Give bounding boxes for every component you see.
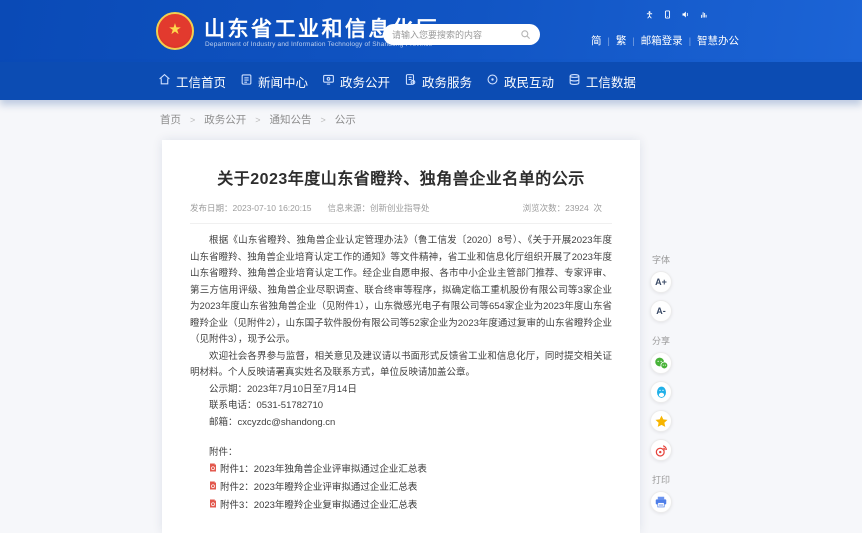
font-size-label: 字体 [652,253,670,266]
source-value: 创新创业指导处 [370,203,430,213]
divider: | [632,36,634,46]
paragraph: 欢迎社会各界参与监督，相关意见及建议请以书面形式反馈省工业和信息化厅，同时提交相… [190,349,612,382]
attachment-link-1[interactable]: 附件1：2023年独角兽企业评审拟通过企业汇总表 [209,461,612,479]
nav-label: 工信首页 [176,72,226,91]
service-icon [404,73,417,89]
views-count: 23924 [565,203,589,213]
breadcrumb-disclosure[interactable]: 政务公开 [204,112,246,127]
lang-traditional-link[interactable]: 繁 [616,33,627,48]
lang-simplified-link[interactable]: 简 [591,33,602,48]
qzone-icon [654,414,669,429]
article-body: 根据《山东省瞪羚、独角兽企业认定管理办法》（鲁工信发〔2020〕8号）、《关于开… [190,233,612,382]
header-quick-links: 简 | 繁 | 邮箱登录 | 智慧办公 [591,33,739,48]
article-meta: 发布日期：2023-07-10 16:20:15 信息来源：创新创业指导处 浏览… [190,202,612,224]
font-increase-button[interactable]: A+ [650,271,672,293]
printer-icon [654,495,668,509]
paragraph: 根据《山东省瞪羚、独角兽企业认定管理办法》（鲁工信发〔2020〕8号）、《关于开… [190,233,612,349]
breadcrumb-separator: > [190,115,195,125]
views-unit: 次 [593,203,602,213]
article-card: 关于2023年度山东省瞪羚、独角兽企业名单的公示 发布日期：2023-07-10… [162,140,640,533]
weibo-icon [654,443,669,458]
smart-office-link[interactable]: 智慧办公 [697,33,739,48]
wechat-icon [654,356,669,371]
attachment-label: 附件1：2023年独角兽企业评审拟通过企业汇总表 [220,461,427,479]
divider: | [689,36,691,46]
attachment-label: 附件2：2023年瞪羚企业评审拟通过企业汇总表 [220,479,417,497]
page: ★ 山东省工业和信息化厅 Department of Industry and … [0,0,862,533]
pdf-icon [209,481,217,490]
attachment-label: 附件3：2023年瞪羚企业复审拟通过企业汇总表 [220,497,417,515]
nav-item-home[interactable]: 工信首页 [158,72,226,91]
breadcrumb-notices[interactable]: 通知公告 [270,112,312,127]
views-label: 浏览次数： [523,203,566,213]
page-title: 关于2023年度山东省瞪羚、独角兽企业名单的公示 [190,165,612,189]
publish-date: 2023-07-10 16:20:15 [233,203,312,213]
audio-icon[interactable] [681,10,690,19]
nav-item-interaction[interactable]: 政民互动 [486,72,554,91]
attachment-link-3[interactable]: 附件3：2023年瞪羚企业复审拟通过企业汇总表 [209,497,612,515]
print-label: 打印 [652,473,670,486]
breadcrumb-home[interactable]: 首页 [160,112,181,127]
share-wechat-button[interactable] [650,352,672,374]
sign-language-icon[interactable] [699,10,708,19]
contact-email: 邮箱：cxcyzdc@shandong.cn [190,415,612,432]
interaction-icon [486,73,499,89]
nav-item-news[interactable]: 新闻中心 [240,72,308,91]
mail-login-link[interactable]: 邮箱登录 [641,33,683,48]
nav-label: 工信数据 [586,72,636,91]
nav-label: 政民互动 [504,72,554,91]
nav-label: 政务服务 [422,72,472,91]
attachments-label: 附件： [209,444,612,461]
divider: | [608,36,610,46]
emblem-star-icon: ★ [168,22,181,37]
nav-item-service[interactable]: 政务服务 [404,72,472,91]
search-box[interactable] [383,24,540,45]
breadcrumb: 首页 > 政务公开 > 通知公告 > 公示 [160,112,356,127]
share-qq-button[interactable] [650,381,672,403]
publish-date-label: 发布日期： [190,203,233,213]
share-qzone-button[interactable] [650,410,672,432]
breadcrumb-current: 公示 [335,112,356,127]
nav-label: 新闻中心 [258,72,308,91]
font-decrease-button[interactable]: A- [650,300,672,322]
mobile-icon[interactable] [663,10,672,19]
nav-item-disclosure[interactable]: 政务公开 [322,72,390,91]
pdf-icon [209,499,217,508]
news-icon [240,73,253,89]
pdf-icon [209,463,217,472]
search-input[interactable] [392,30,520,40]
search-icon[interactable] [520,29,531,40]
print-button[interactable] [650,491,672,513]
source-label: 信息来源： [327,203,370,213]
share-weibo-button[interactable] [650,439,672,461]
share-label: 分享 [652,334,670,347]
disclosure-icon [322,73,335,89]
header-utility-icons [645,10,708,19]
side-toolbar: 字体 A+ A- 分享 [644,248,678,520]
data-icon [568,73,581,89]
national-emblem-logo[interactable]: ★ [156,12,194,50]
nav-label: 政务公开 [340,72,390,91]
breadcrumb-separator: > [255,115,260,125]
contact-phone: 联系电话：0531-51782710 [190,398,612,415]
home-icon [158,73,171,89]
site-header: ★ 山东省工业和信息化厅 Department of Industry and … [0,0,862,62]
nav-item-data[interactable]: 工信数据 [568,72,636,91]
main-nav: 工信首页 新闻中心 政务公开 [0,62,862,100]
public-notice-period: 公示期：2023年7月10日至7月14日 [190,382,612,399]
accessibility-icon[interactable] [645,10,654,19]
attachment-link-2[interactable]: 附件2：2023年瞪羚企业评审拟通过企业汇总表 [209,479,612,497]
qq-icon [654,385,669,400]
breadcrumb-separator: > [321,115,326,125]
